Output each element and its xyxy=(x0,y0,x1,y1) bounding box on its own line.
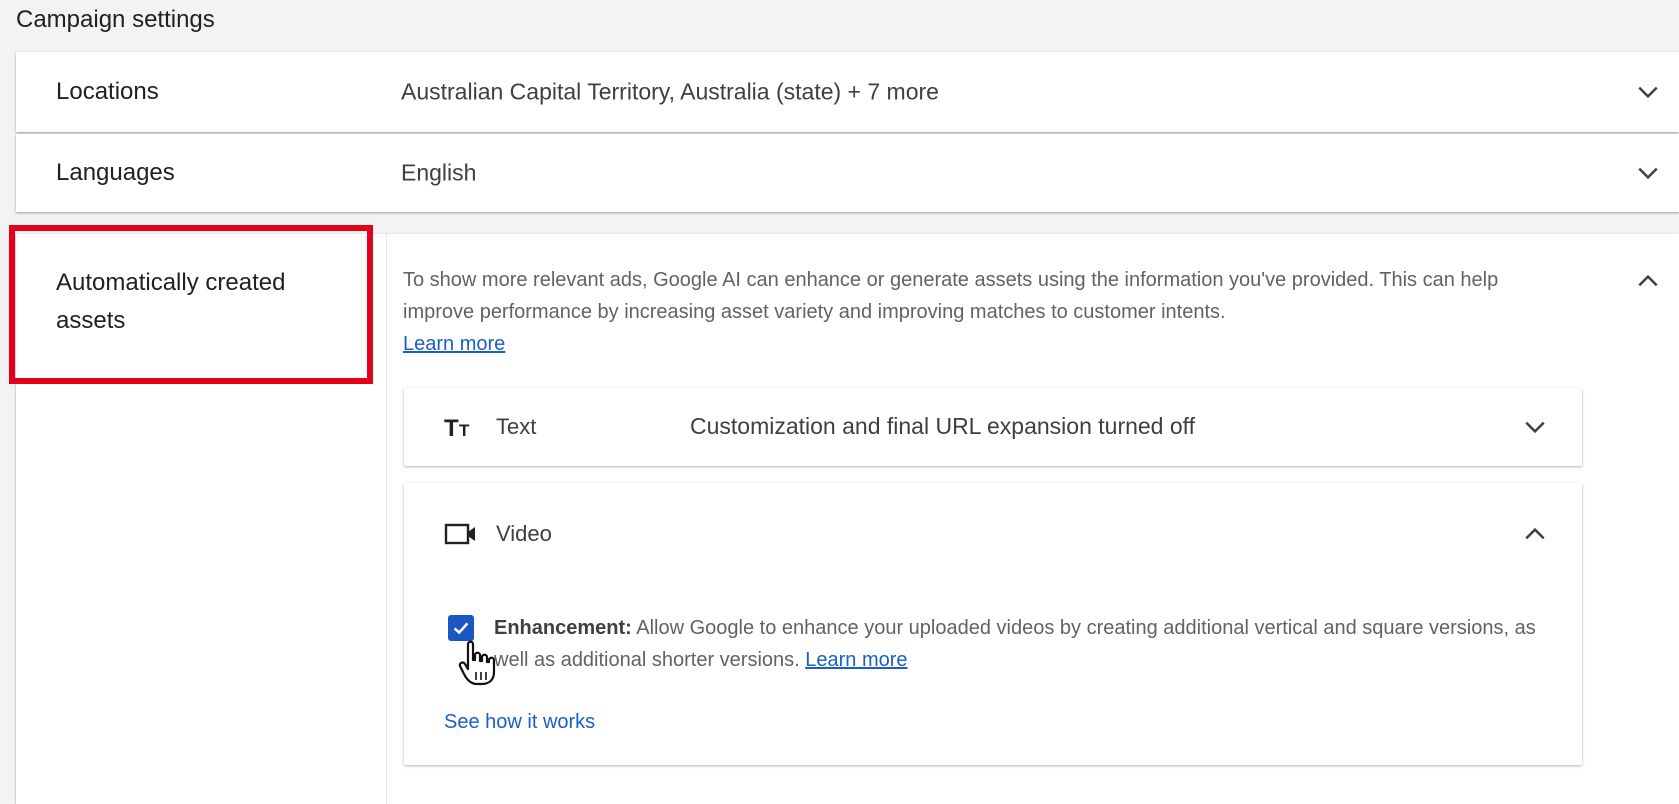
enhancement-checkbox[interactable] xyxy=(448,615,474,641)
text-card-status: Customization and final URL expansion tu… xyxy=(690,413,1196,439)
locations-label: Locations xyxy=(56,78,159,105)
hand-cursor-icon xyxy=(458,640,496,686)
enhancement-description: Enhancement: Allow Google to enhance you… xyxy=(494,612,1554,676)
highlight-annotation xyxy=(9,225,373,384)
svg-text:T: T xyxy=(459,421,470,440)
video-camera-icon xyxy=(444,519,478,549)
languages-label: Languages xyxy=(56,159,175,186)
chevron-up-icon[interactable] xyxy=(1633,266,1663,296)
learn-more-link[interactable]: Learn more xyxy=(403,333,505,355)
description-text: To show more relevant ads, Google AI can… xyxy=(403,269,1499,323)
see-how-it-works-link[interactable]: See how it works xyxy=(444,711,595,734)
enhancement-label: Enhancement: xyxy=(494,617,632,639)
enhancement-learn-more-link[interactable]: Learn more xyxy=(805,649,907,671)
checkmark-icon xyxy=(453,622,469,635)
video-assets-card: Video Enhancement: Allow Google to enhan… xyxy=(404,483,1582,765)
text-assets-card[interactable]: T T Text Customization and final URL exp… xyxy=(404,388,1582,466)
chevron-down-icon[interactable] xyxy=(1633,158,1663,188)
text-card-title: Text xyxy=(496,414,537,439)
locations-row[interactable]: Locations Australian Capital Territory, … xyxy=(16,52,1679,132)
auto-assets-description: To show more relevant ads, Google AI can… xyxy=(403,264,1553,360)
text-format-icon: T T xyxy=(444,412,478,442)
video-card-title: Video xyxy=(496,521,552,546)
page-title: Campaign settings xyxy=(16,6,215,33)
chevron-down-icon[interactable] xyxy=(1633,77,1663,107)
languages-value: English xyxy=(401,159,477,186)
svg-text:T: T xyxy=(444,415,459,440)
locations-value: Australian Capital Territory, Australia … xyxy=(401,78,939,105)
enhancement-text: Allow Google to enhance your uploaded vi… xyxy=(494,617,1536,671)
chevron-down-icon[interactable] xyxy=(1520,412,1550,442)
chevron-up-icon[interactable] xyxy=(1520,519,1550,549)
languages-row[interactable]: Languages English xyxy=(16,134,1679,212)
